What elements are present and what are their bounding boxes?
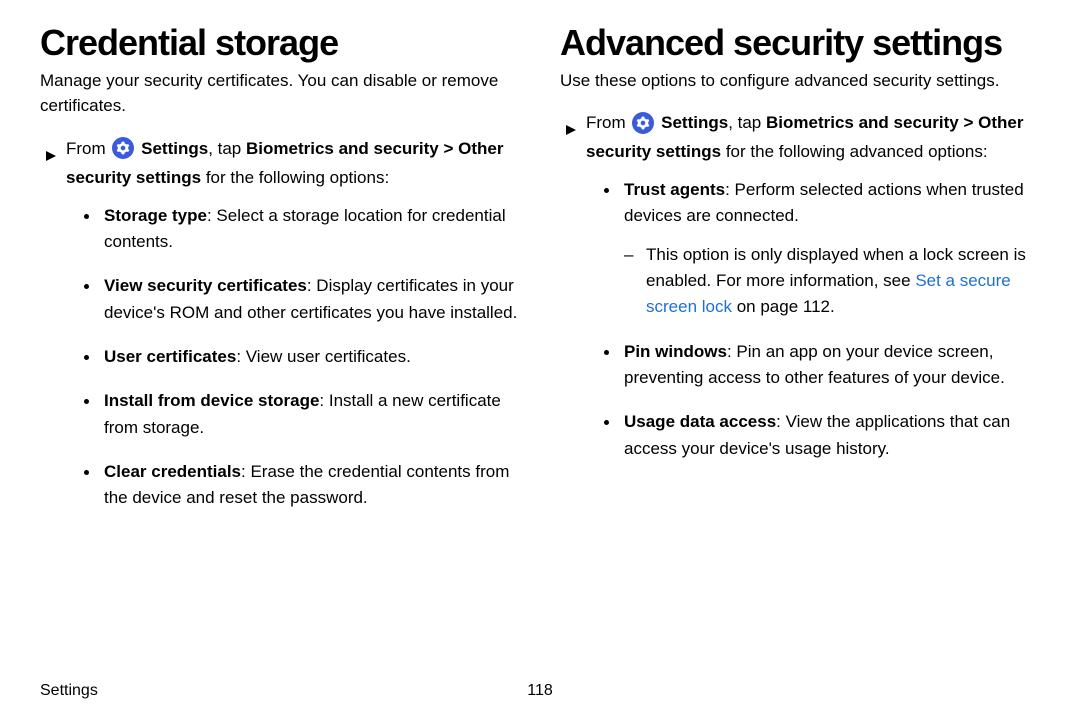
list-item: View security certificates: Display cert… [84, 273, 520, 326]
from-prefix: From [66, 139, 110, 158]
list-item: User certificates: View user certificate… [84, 344, 520, 370]
from-prefix: From [586, 113, 630, 132]
item-label: Clear credentials [104, 462, 241, 481]
right-intro: Use these options to configure advanced … [560, 68, 1040, 94]
right-heading: Advanced security settings [560, 24, 1040, 62]
list-item: Pin windows: Pin an app on your device s… [604, 339, 1040, 392]
settings-gear-icon [632, 112, 654, 134]
from-suffix: for the following advanced options: [721, 142, 988, 161]
list-item: Clear credentials: Erase the credential … [84, 459, 520, 512]
item-label: Trust agents [624, 180, 725, 199]
left-option-list: Storage type: Select a storage location … [40, 203, 520, 512]
from-path1: Biometrics and security [766, 113, 959, 132]
item-label: Install from device storage [104, 391, 319, 410]
left-column: Credential storage Manage your security … [40, 24, 520, 664]
item-text: : View user certificates. [236, 347, 410, 366]
list-item: Trust agents: Perform selected actions w… [604, 177, 1040, 321]
footer-section: Settings [40, 682, 98, 700]
right-column: Advanced security settings Use these opt… [560, 24, 1040, 664]
item-label: View security certificates [104, 276, 307, 295]
list-item: Install from device storage: Install a n… [84, 388, 520, 441]
item-label: User certificates [104, 347, 236, 366]
list-item: Usage data access: View the applications… [604, 409, 1040, 462]
from-settings-word: Settings [141, 139, 208, 158]
item-label: Pin windows [624, 342, 727, 361]
from-suffix: for the following options: [201, 168, 389, 187]
settings-gear-icon [112, 137, 134, 159]
right-from-text: From Settings, tap Biometrics and securi… [586, 109, 1040, 167]
footer-page-number: 118 [527, 682, 553, 700]
right-option-list: Trust agents: Perform selected actions w… [560, 177, 1040, 462]
from-path1: Biometrics and security [246, 139, 439, 158]
left-intro: Manage your security certificates. You c… [40, 68, 520, 119]
page-footer: Settings 118 [40, 682, 1040, 700]
note-post: on page 112. [732, 297, 835, 316]
list-item: Storage type: Select a storage location … [84, 203, 520, 256]
trust-agents-note: This option is only displayed when a loc… [624, 242, 1040, 321]
from-mid: , tap [208, 139, 246, 158]
from-settings-word: Settings [661, 113, 728, 132]
left-heading: Credential storage [40, 24, 520, 62]
right-from-line: From Settings, tap Biometrics and securi… [560, 109, 1040, 167]
page-columns: Credential storage Manage your security … [40, 24, 1040, 664]
from-mid: , tap [728, 113, 766, 132]
item-label: Usage data access [624, 412, 776, 431]
left-from-line: From Settings, tap Biometrics and securi… [40, 135, 520, 193]
caret-icon [46, 142, 56, 171]
chevron-right-icon: > [439, 139, 458, 158]
caret-icon [566, 116, 576, 145]
left-from-text: From Settings, tap Biometrics and securi… [66, 135, 520, 193]
item-label: Storage type [104, 206, 207, 225]
chevron-right-icon: > [959, 113, 978, 132]
